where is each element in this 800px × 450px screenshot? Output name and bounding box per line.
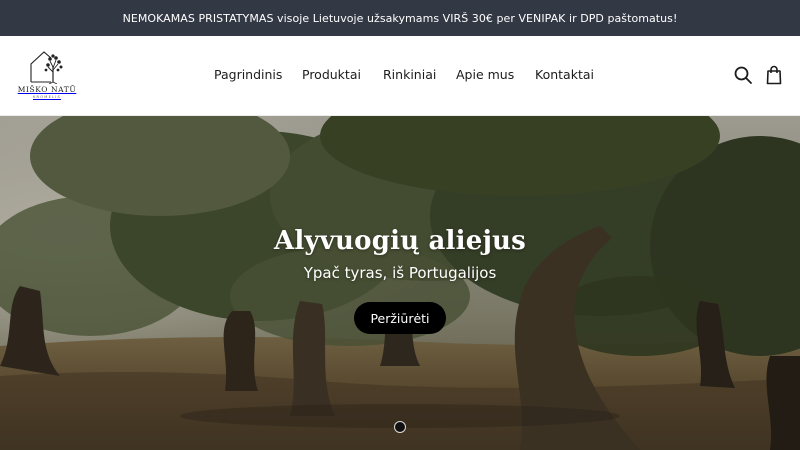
logo-subtitle: KROMELIS — [33, 95, 61, 99]
search-button[interactable] — [732, 64, 754, 86]
site-header: MIŠKO NATŪ KROMELIS Pagrindinis Produkta… — [0, 36, 800, 116]
main-nav: Pagrindinis Produktai Rinkiniai Apie mus… — [0, 36, 800, 116]
nav-item-apie-mus[interactable]: Apie mus — [456, 67, 514, 82]
search-icon — [734, 66, 752, 84]
shopping-bag-icon — [766, 65, 782, 85]
hero-title: Alyvuogių aliejus — [273, 226, 526, 256]
announcement-bar: NEMOKAMAS PRISTATYMAS visoje Lietuvoje u… — [0, 0, 800, 36]
hero-subtitle: Ypač tyras, iš Portugalijos — [303, 264, 497, 282]
hero-banner: Alyvuogių aliejus Ypač tyras, iš Portuga… — [0, 116, 800, 450]
announcement-text: NEMOKAMAS PRISTATYMAS visoje Lietuvoje u… — [122, 11, 678, 25]
nav-item-rinkiniai[interactable]: Rinkiniai — [383, 67, 436, 82]
logo[interactable]: MIŠKO NATŪ KROMELIS — [17, 48, 77, 104]
nav-item-pagrindinis[interactable]: Pagrindinis — [214, 67, 282, 82]
cart-button[interactable] — [763, 64, 785, 86]
nav-item-kontaktai[interactable]: Kontaktai — [535, 67, 594, 82]
logo-name: MIŠKO NATŪ — [17, 85, 77, 94]
slide-indicator-dot[interactable] — [394, 421, 406, 433]
hero-overlay — [0, 116, 800, 450]
nav-item-produktai[interactable]: Produktai — [302, 67, 361, 82]
view-button[interactable]: Peržiūrėti — [354, 302, 446, 334]
house-tree-logo-icon — [30, 51, 63, 84]
